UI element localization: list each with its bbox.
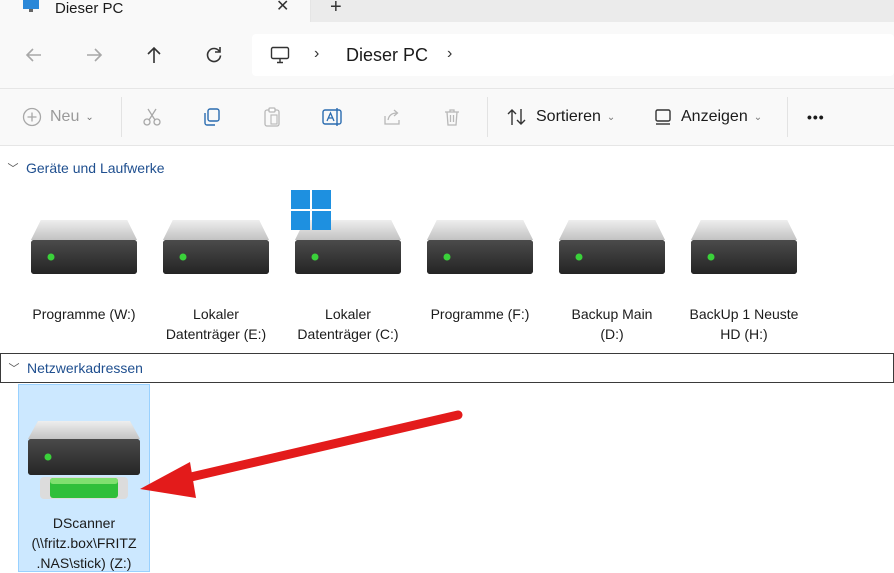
drive-label-line2: HD (H:) [720, 326, 768, 342]
chevron-right-icon[interactable]: › [447, 45, 452, 63]
tab-dieser-pc[interactable]: Dieser PC ✕ [0, 0, 311, 22]
share-button[interactable] [382, 103, 402, 131]
arrow-left-icon [25, 48, 41, 62]
network-drive-dscanner[interactable]: DScanner (\\fritz.box\FRITZ .NAS\stick) … [18, 384, 150, 572]
breadcrumb-dieser-pc[interactable]: Dieser PC [346, 45, 428, 66]
more-options-button[interactable]: ••• [807, 103, 825, 131]
sort-label: Sortieren [536, 108, 601, 125]
sort-icon [507, 109, 526, 125]
plus-circle-icon [22, 107, 42, 127]
drive-label-line1: Backup Main [571, 306, 653, 322]
drive-label-line2: Datenträger (E:) [165, 326, 267, 342]
rename-button[interactable] [322, 103, 344, 131]
trash-icon [445, 109, 459, 126]
monitor-icon [23, 0, 39, 12]
drive-label-line1: Lokaler [325, 306, 371, 322]
drive-tile[interactable]: Backup Main (D:) [546, 218, 678, 344]
drive-label: Programme (W:) [18, 304, 150, 324]
arrow-right-icon [87, 48, 103, 62]
hard-drive-icon [31, 220, 137, 274]
new-tab-button[interactable]: + [330, 0, 342, 18]
share-icon [384, 109, 400, 125]
network-drive-label: DScanner (\\fritz.box\FRITZ .NAS\stick) … [19, 513, 149, 573]
new-button[interactable]: Neu ⌄ [22, 103, 94, 131]
network-drive-path-cont: .NAS\stick) (Z:) [36, 555, 132, 571]
delete-button[interactable] [442, 103, 462, 131]
chevron-down-icon: ﹀ [7, 163, 19, 175]
chevron-down-icon: ⌄ [606, 111, 616, 123]
group-network-header[interactable]: ﹀ Netzwerkadressen [0, 353, 894, 383]
view-button[interactable]: Anzeigen ⌄ [653, 103, 762, 131]
network-drive-name: DScanner [52, 515, 116, 531]
scissors-icon [143, 108, 161, 126]
forward-button[interactable] [81, 42, 107, 68]
drive-label: Programme (F:) [414, 304, 546, 324]
hard-drive-icon [427, 220, 533, 274]
view-label: Anzeigen [681, 108, 748, 125]
close-tab-button[interactable]: ✕ [276, 0, 289, 16]
new-label: Neu [50, 108, 80, 125]
drive-label-line1: BackUp 1 Neuste [689, 306, 799, 322]
chevron-right-icon[interactable]: › [314, 45, 319, 63]
network-drive-icon [28, 421, 140, 499]
separator [487, 97, 488, 137]
cut-button[interactable] [142, 103, 162, 131]
chevron-down-icon: ⌄ [753, 111, 763, 123]
command-bar: Neu ⌄ Sortieren ⌄ Anzeigen ⌄ ••• [0, 89, 894, 146]
group-devices-label: Geräte und Laufwerke [26, 160, 165, 176]
drive-tile[interactable]: Programme (W:) [18, 218, 150, 324]
address-bar[interactable]: › Dieser PC › [252, 34, 894, 76]
rename-icon [322, 108, 342, 126]
network-drive-path: (\\fritz.box\FRITZ [31, 535, 137, 551]
chevron-down-icon: ﹀ [8, 363, 20, 375]
copy-button[interactable] [202, 103, 222, 131]
drive-label-line2: Datenträger (C:) [297, 326, 399, 342]
group-network-label: Netzwerkadressen [27, 360, 143, 376]
paste-button[interactable] [262, 103, 282, 131]
drive-label-line1: Programme (W:) [32, 306, 136, 322]
more-icon: ••• [807, 109, 825, 125]
monitor-icon [270, 46, 290, 64]
drive-tile[interactable]: Lokaler Datenträger (E:) [150, 218, 282, 344]
refresh-icon [206, 47, 222, 63]
separator [121, 97, 122, 137]
hard-drive-icon [559, 220, 665, 274]
group-devices-header[interactable]: ﹀ Geräte und Laufwerke [0, 154, 894, 182]
back-button[interactable] [21, 42, 47, 68]
refresh-button[interactable] [201, 42, 227, 68]
chevron-down-icon: ⌄ [85, 111, 94, 123]
copy-icon [204, 108, 220, 126]
drive-tile[interactable]: BackUp 1 Neuste HD (H:) [678, 218, 810, 344]
drive-label: Lokaler Datenträger (C:) [282, 304, 414, 344]
hard-drive-icon [691, 220, 797, 274]
drive-label-line1: Lokaler [193, 306, 239, 322]
windows-logo-icon [291, 190, 331, 230]
separator [787, 97, 788, 137]
drive-tile[interactable]: Programme (F:) [414, 218, 546, 324]
drive-label: Lokaler Datenträger (E:) [150, 304, 282, 344]
tab-strip: Dieser PC ✕ + [0, 0, 894, 22]
drive-label: BackUp 1 Neuste HD (H:) [678, 304, 810, 344]
view-icon [655, 109, 671, 125]
navigation-bar: › Dieser PC › [0, 22, 894, 89]
sort-button[interactable]: Sortieren ⌄ [506, 103, 615, 131]
drive-label: Backup Main (D:) [546, 304, 678, 344]
drive-label-line1: Programme (F:) [430, 306, 530, 322]
up-button[interactable] [141, 42, 167, 68]
tab-title: Dieser PC [55, 0, 124, 17]
drive-label-line2: (D:) [600, 326, 624, 342]
drive-tile[interactable]: Lokaler Datenträger (C:) [282, 218, 414, 344]
arrow-up-icon [147, 46, 161, 63]
hard-drive-icon [163, 220, 269, 274]
clipboard-icon [264, 107, 280, 127]
